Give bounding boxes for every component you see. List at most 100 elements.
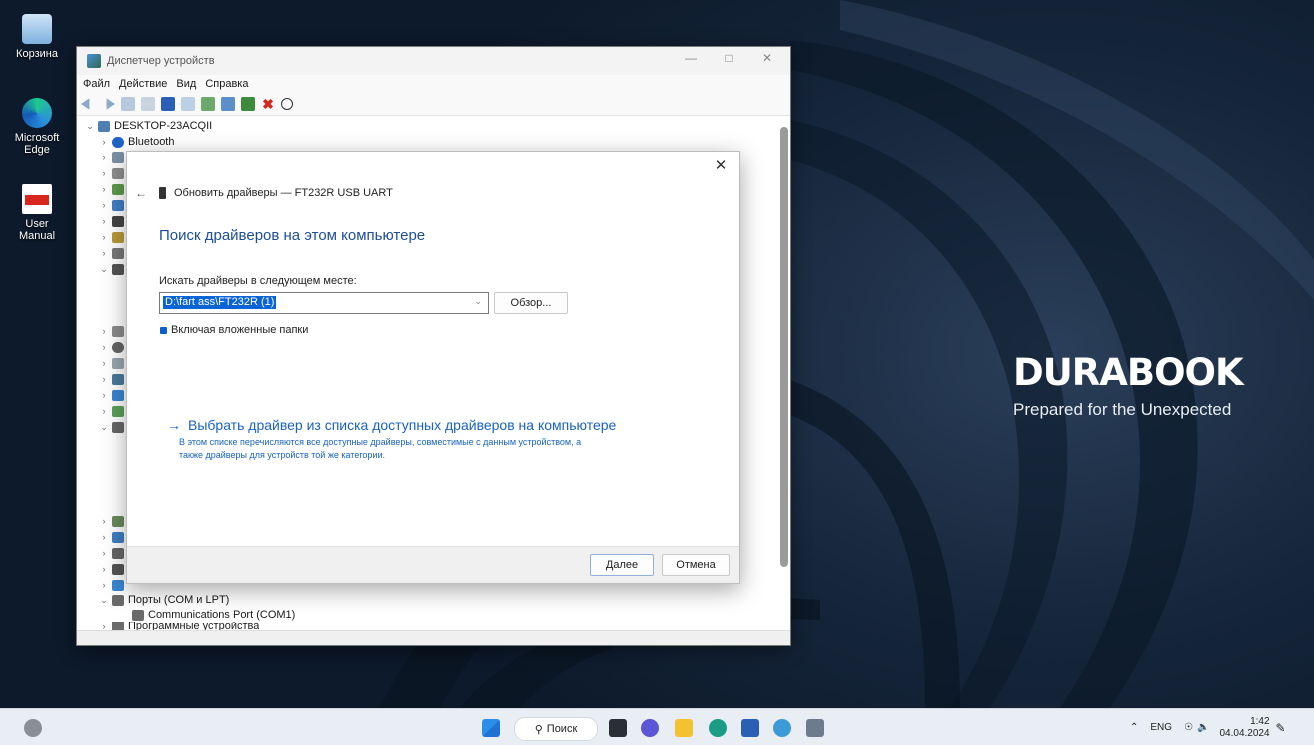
- tree-item[interactable]: ›: [99, 246, 128, 260]
- chevron-right-icon[interactable]: ›: [99, 152, 109, 162]
- chevron-right-icon[interactable]: ›: [99, 532, 109, 542]
- notifications-icon[interactable]: ✎: [1276, 721, 1286, 735]
- minimize-button[interactable]: —: [678, 51, 704, 65]
- tree-item[interactable]: ›: [99, 340, 128, 354]
- chevron-right-icon[interactable]: ›: [99, 232, 109, 242]
- chevron-right-icon[interactable]: ›: [99, 200, 109, 210]
- chevron-right-icon[interactable]: ›: [99, 580, 109, 590]
- task-view-icon[interactable]: [609, 719, 627, 737]
- device-manager-taskbar-icon[interactable]: [806, 719, 824, 737]
- tree-item[interactable]: ›: [99, 356, 128, 370]
- chevron-down-icon[interactable]: ⌄: [99, 422, 109, 433]
- chevron-right-icon[interactable]: ›: [99, 342, 109, 352]
- chevron-right-icon[interactable]: ›: [99, 137, 109, 147]
- back-arrow-icon[interactable]: ←: [135, 186, 147, 200]
- tree-item[interactable]: ›: [99, 546, 128, 560]
- chevron-right-icon[interactable]: ›: [99, 622, 109, 630]
- taskbar-search[interactable]: ⚲ Поиск: [514, 717, 598, 741]
- app-icon[interactable]: [773, 719, 791, 737]
- chevron-right-icon[interactable]: ›: [99, 406, 109, 416]
- chevron-right-icon[interactable]: ›: [99, 516, 109, 526]
- chevron-right-icon[interactable]: ›: [99, 374, 109, 384]
- edge-icon[interactable]: [709, 719, 727, 737]
- browse-button[interactable]: Обзор...: [494, 292, 568, 314]
- chevron-right-icon[interactable]: ›: [99, 216, 109, 226]
- chevron-up-icon[interactable]: ⌃: [1130, 722, 1138, 733]
- help-icon[interactable]: [161, 97, 175, 111]
- properties-icon[interactable]: [121, 97, 135, 111]
- tree-item[interactable]: ›: [99, 514, 128, 528]
- forward-arrow-icon[interactable]: [106, 98, 115, 110]
- tree-item[interactable]: ›: [99, 324, 128, 338]
- close-button[interactable]: ✕: [754, 51, 780, 65]
- tree-scrollbar[interactable]: [780, 127, 788, 567]
- menu-view[interactable]: Вид: [176, 78, 196, 90]
- pick-driver-link-text[interactable]: Выбрать драйвер из списка доступных драй…: [188, 417, 616, 433]
- menu-file[interactable]: Файл: [83, 78, 110, 90]
- uninstall-icon[interactable]: ✖: [261, 97, 275, 111]
- volume-icon[interactable]: 🔈: [1197, 722, 1209, 733]
- driver-path-combobox[interactable]: D:\fart ass\FT232R (1) ⌄: [159, 292, 489, 314]
- next-button[interactable]: Далее: [590, 554, 654, 576]
- chevron-down-icon[interactable]: ⌄: [85, 121, 95, 132]
- maximize-button[interactable]: □: [716, 51, 742, 65]
- pick-driver-link[interactable]: → Выбрать драйвер из списка доступных дра…: [167, 417, 616, 433]
- dialog-close-icon[interactable]: ✕: [713, 158, 729, 174]
- tree-item[interactable]: ›: [99, 530, 128, 544]
- details-icon[interactable]: [181, 97, 195, 111]
- chevron-right-icon[interactable]: ›: [99, 548, 109, 558]
- store-icon[interactable]: [741, 719, 759, 737]
- tree-item[interactable]: ›: [99, 562, 128, 576]
- chevron-right-icon[interactable]: ›: [99, 248, 109, 258]
- download-icon[interactable]: [281, 98, 293, 110]
- cancel-button[interactable]: Отмена: [662, 554, 730, 576]
- language-indicator[interactable]: ENG: [1150, 722, 1172, 733]
- desktop-icon-recycle-bin[interactable]: Корзина: [6, 14, 68, 60]
- menu-help[interactable]: Справка: [205, 78, 248, 90]
- tree-root[interactable]: ⌄ DESKTOP-23ACQII: [85, 119, 212, 133]
- back-arrow-icon[interactable]: [81, 98, 90, 110]
- add-driver-icon[interactable]: [241, 97, 255, 111]
- clock[interactable]: 1:42 04.04.2024: [1219, 716, 1269, 740]
- include-subfolders-checkbox[interactable]: Включая вложенные папки: [160, 324, 308, 336]
- checkbox-checked-icon[interactable]: [160, 326, 167, 334]
- chevron-right-icon[interactable]: ›: [99, 168, 109, 178]
- chevron-down-icon[interactable]: ⌄: [99, 595, 109, 606]
- start-icon[interactable]: [482, 719, 500, 737]
- file-explorer-icon[interactable]: [675, 719, 693, 737]
- menu-action[interactable]: Действие: [119, 78, 167, 90]
- network-icon[interactable]: ☉: [1184, 722, 1193, 733]
- tree-item-bluetooth[interactable]: › Bluetooth: [99, 135, 175, 149]
- tree-item-ports[interactable]: ⌄ Порты (COM и LPT): [99, 593, 229, 607]
- window-titlebar[interactable]: Диспетчер устройств — □ ✕: [77, 47, 790, 75]
- tree-item[interactable]: ›: [99, 578, 128, 592]
- widgets-icon[interactable]: [24, 719, 42, 737]
- tree-item[interactable]: ›: [99, 404, 128, 418]
- list-view-icon[interactable]: [141, 97, 155, 111]
- chevron-right-icon[interactable]: ›: [99, 564, 109, 574]
- scan-hardware-icon[interactable]: [221, 97, 235, 111]
- chevron-right-icon[interactable]: ›: [99, 390, 109, 400]
- refresh-icon[interactable]: [201, 97, 215, 111]
- tree-item[interactable]: ›: [99, 230, 128, 244]
- tree-item-com-port[interactable]: Communications Port (COM1): [129, 608, 295, 622]
- tree-item[interactable]: ›: [99, 182, 128, 196]
- tree-item-software-devices[interactable]: › Программные устройства: [99, 622, 259, 630]
- chevron-right-icon[interactable]: ›: [99, 358, 109, 368]
- driver-path-value[interactable]: D:\fart ass\FT232R (1): [163, 296, 277, 309]
- tree-item[interactable]: ›: [99, 166, 128, 180]
- chevron-down-icon[interactable]: ⌄: [474, 296, 482, 307]
- chevron-right-icon[interactable]: ›: [99, 326, 109, 336]
- tree-item[interactable]: ›: [99, 214, 128, 228]
- tree-item[interactable]: ⌄: [99, 420, 128, 434]
- chat-icon[interactable]: [641, 719, 659, 737]
- desktop-icon-user-manual[interactable]: User Manual: [6, 184, 68, 242]
- tree-item[interactable]: ›: [99, 388, 128, 402]
- chevron-right-icon[interactable]: ›: [99, 184, 109, 194]
- tree-item[interactable]: ›: [99, 372, 128, 386]
- tree-item[interactable]: ›: [99, 150, 128, 164]
- chevron-down-icon[interactable]: ⌄: [99, 264, 109, 275]
- tree-item[interactable]: ›: [99, 198, 128, 212]
- tree-item[interactable]: ⌄: [99, 262, 128, 276]
- desktop-icon-edge[interactable]: Microsoft Edge: [6, 98, 68, 156]
